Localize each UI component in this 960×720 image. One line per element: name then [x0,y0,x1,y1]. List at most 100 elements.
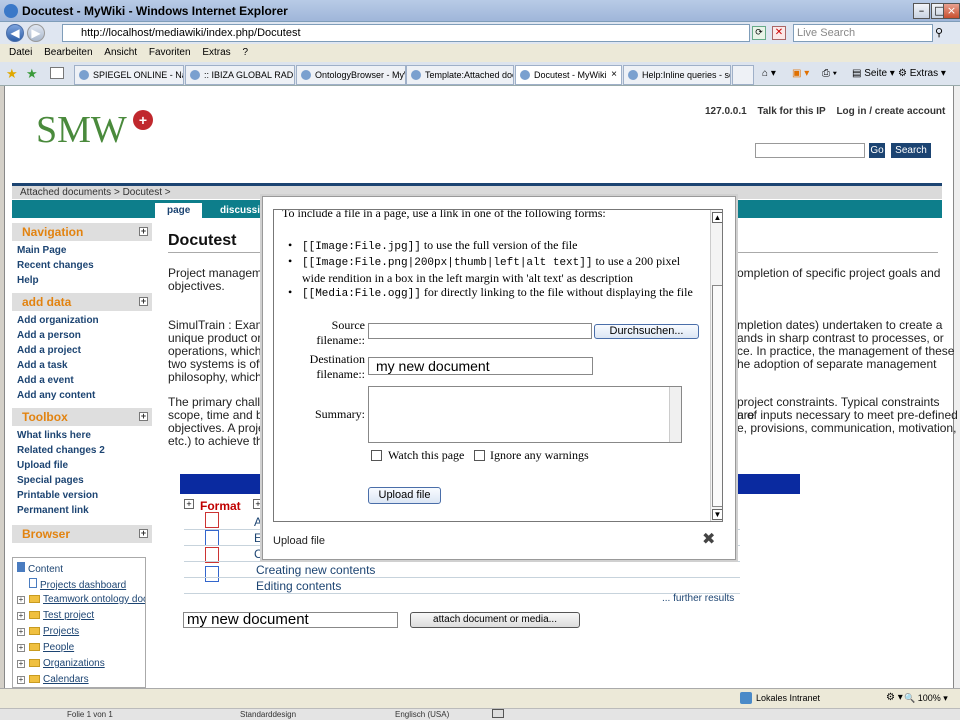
protected-mode-icon[interactable]: ⚙ ▾ [886,692,903,703]
expand-icon[interactable]: + [17,644,25,652]
table-cell-link[interactable]: A [254,515,262,529]
tree-item-test-project[interactable]: + Test project [17,610,94,621]
ignore-warnings-checkbox[interactable] [474,450,485,461]
expand-icon[interactable]: + [17,596,25,604]
print-icon[interactable]: ⎙ ▾ [822,65,837,83]
further-results-link[interactable]: ... further results [662,593,734,604]
address-input[interactable]: http://localhost/mediawiki/index.php/Doc… [62,24,750,42]
attach-document-input[interactable]: my new document [183,612,398,628]
browser-tab-docutest[interactable]: Docutest - MyWiki × [515,65,622,85]
table-cell-link[interactable]: Editing contents [256,579,341,593]
menu-extras[interactable]: Extras [202,44,230,62]
collapse-icon[interactable]: + [139,529,148,538]
go-button[interactable]: Go [868,142,886,159]
sidebar-link-main-page[interactable]: Main Page [17,245,66,256]
zoom-control[interactable]: 🔍 100% ▾ [904,693,948,704]
talk-link[interactable]: Talk for this IP [758,106,826,117]
destination-filename-input[interactable]: my new document [368,357,593,375]
close-window-button[interactable]: × [943,3,960,19]
expand-icon[interactable]: + [17,660,25,668]
tree-item-projects-dashboard[interactable]: Projects dashboard [29,578,126,591]
menu-help[interactable]: ? [242,44,248,62]
new-tab-button[interactable] [732,65,754,85]
collapse-icon[interactable]: + [139,227,148,236]
tree-item-organizations[interactable]: + Organizations [17,658,105,669]
sidebar-link-add-project[interactable]: Add a project [17,345,81,356]
textarea-scrollbar[interactable] [669,387,681,442]
format-column-header[interactable]: Format [200,499,241,513]
navigation-header[interactable]: Navigation + [12,223,152,241]
dialog-scrollbar[interactable]: ▲ ▼ [710,210,722,521]
scroll-up-icon[interactable]: ▲ [712,212,722,223]
table-cell-link[interactable]: Creating new contents [256,563,375,577]
search-icon[interactable]: ⚲ [935,26,943,39]
sidebar-link-related-changes[interactable]: Related changes 2 [17,445,105,456]
sidebar-link-add-event[interactable]: Add a event [17,375,74,386]
login-link[interactable]: Log in / create account [836,106,945,117]
sidebar-link-special-pages[interactable]: Special pages [17,475,84,486]
add-data-header[interactable]: add data + [12,293,152,311]
sidebar-link-what-links-here[interactable]: What links here [17,430,91,441]
smw-logo[interactable]: SMW [36,108,127,152]
refresh-icon[interactable]: ⟳ [752,26,766,40]
collapse-icon[interactable]: + [139,412,148,421]
menu-datei[interactable]: Datei [9,44,32,62]
wiki-search-input[interactable] [755,143,865,158]
page-scrollbar[interactable] [954,86,960,688]
expand-icon[interactable]: + [17,628,25,636]
tree-item-calendars[interactable]: + Calendars [17,674,89,685]
browser-tab-help[interactable]: Help:Inline queries - se... [623,65,731,85]
menu-bearbeiten[interactable]: Bearbeiten [44,44,92,62]
menu-ansicht[interactable]: Ansicht [104,44,137,62]
search-button[interactable]: Search [890,142,932,159]
upload-file-button[interactable]: Upload file [368,487,441,504]
close-dialog-icon[interactable]: ✖ [702,529,715,548]
spellcheck-icon[interactable] [492,709,504,718]
live-search-input[interactable]: Live Search [793,24,933,42]
rss-icon[interactable]: ▣ ▾ [792,65,809,83]
sidebar-link-add-any-content[interactable]: Add any content [17,390,95,401]
sidebar-link-printable-version[interactable]: Printable version [17,490,98,501]
sidebar-link-add-person[interactable]: Add a person [17,330,81,341]
browser-tab-spiegel[interactable]: SPIEGEL ONLINE - Nach... [74,65,184,85]
sidebar-link-add-task[interactable]: Add a task [17,360,68,371]
browse-button[interactable]: Durchsuchen... [594,324,699,339]
collapse-icon[interactable]: + [139,297,148,306]
minimize-button[interactable]: – [913,3,930,19]
browser-tab-ibiza[interactable]: :: IBIZA GLOBAL RADIO... [185,65,295,85]
sidebar-link-upload-file[interactable]: Upload file [17,460,68,471]
page-menu[interactable]: ▤ Seite ▾ [852,65,895,83]
menu-favoriten[interactable]: Favoriten [149,44,191,62]
scroll-down-icon[interactable]: ▼ [712,509,722,520]
expand-icon[interactable]: + [17,676,25,684]
scroll-thumb[interactable] [712,285,722,507]
tree-item-people[interactable]: + People [17,642,74,653]
attach-document-button[interactable]: attach document or media... [410,612,580,628]
toolbox-header[interactable]: Toolbox + [12,408,152,426]
source-filename-input[interactable] [368,323,592,339]
sort-icon[interactable]: + [184,499,194,509]
summary-textarea[interactable] [368,386,682,443]
back-button[interactable]: ◀ [6,24,24,42]
favorites-star-icon[interactable]: ★ [6,66,18,82]
sidebar-link-add-organization[interactable]: Add organization [17,315,99,326]
browser-tab-template[interactable]: Template:Attached doc... [406,65,514,85]
tree-item-content[interactable]: Content [17,562,63,575]
expand-icon[interactable]: + [17,612,25,620]
tools-menu[interactable]: ⚙ Extras ▾ [898,65,946,83]
sidebar-link-permanent-link[interactable]: Permanent link [17,505,89,516]
watch-page-checkbox[interactable] [371,450,382,461]
stop-icon[interactable]: ✕ [772,26,786,40]
forward-button[interactable]: ▶ [27,24,45,42]
tree-item-projects[interactable]: + Projects [17,626,79,637]
browser-tab-ontology[interactable]: OntologyBrowser - MyWiki [296,65,406,85]
home-icon[interactable]: ⌂ ▾ [762,65,776,83]
add-favorites-icon[interactable]: ★ [26,66,38,82]
close-tab-icon[interactable]: × [611,66,617,84]
browser-header[interactable]: Browser + [12,525,152,543]
sidebar-link-recent-changes[interactable]: Recent changes [17,260,94,271]
tab-page[interactable]: page [155,203,203,218]
sidebar-link-help[interactable]: Help [17,275,39,286]
tree-item-teamwork[interactable]: + Teamwork ontology docu [17,594,145,605]
table-cell-link[interactable]: E [254,531,262,545]
